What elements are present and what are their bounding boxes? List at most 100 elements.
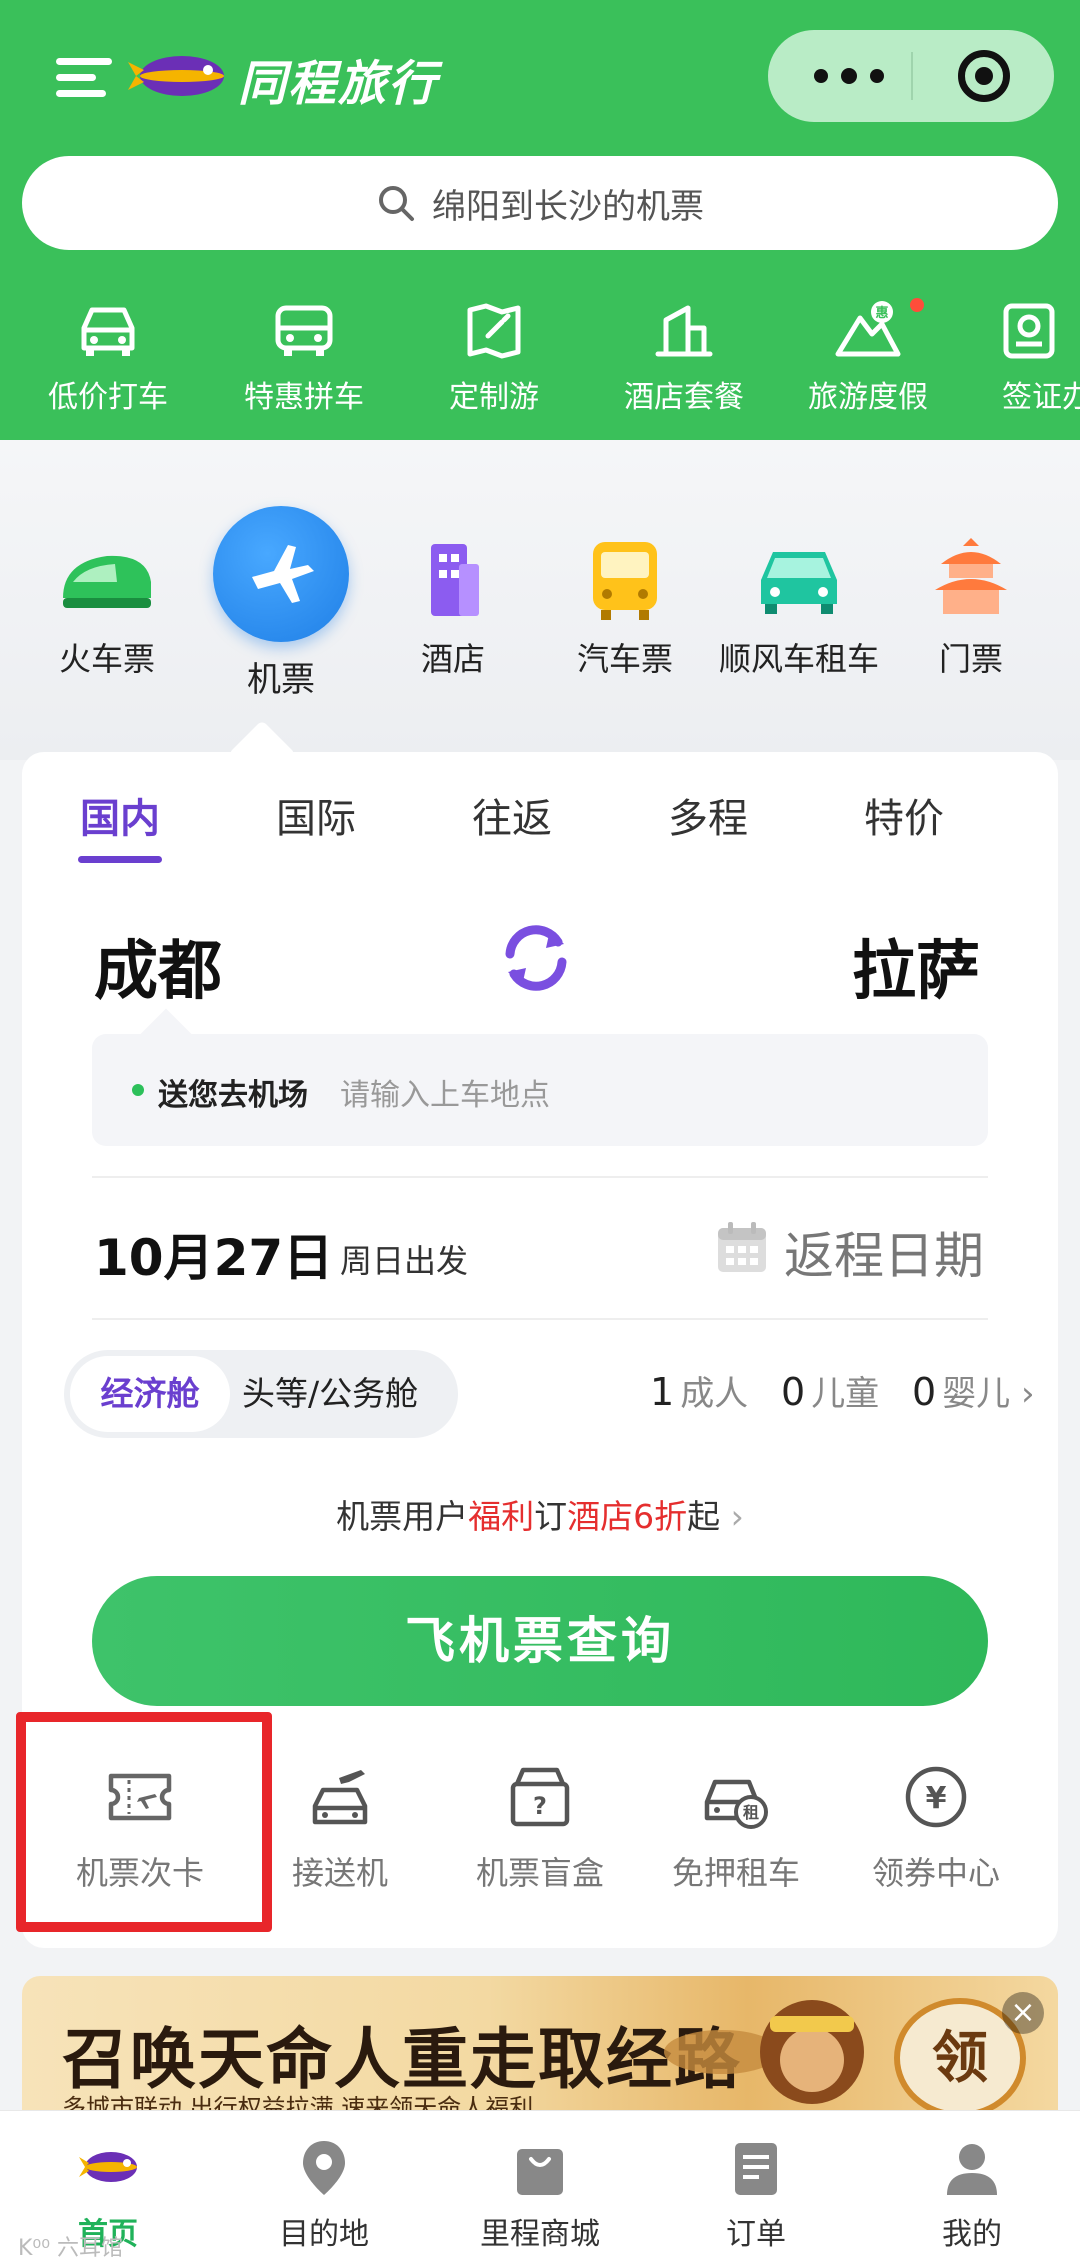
return-date-field[interactable]: 返程日期	[784, 1216, 984, 1288]
sub-service-mystery-box[interactable]: ? 机票盲盒	[440, 1762, 640, 1894]
tab-domestic[interactable]: 国内	[22, 786, 218, 844]
pickup-placeholder: 请输入上车地点	[340, 1078, 550, 1113]
quick-item-label: 定制游	[449, 380, 539, 415]
nav-profile[interactable]: 我的	[872, 2137, 1072, 2253]
swap-cities-icon[interactable]	[496, 918, 576, 998]
sub-service-label: 免押租车	[671, 1854, 800, 1892]
category-label: 汽车票	[576, 640, 673, 678]
nav-orders[interactable]: 订单	[656, 2137, 856, 2253]
more-icon[interactable]	[814, 62, 884, 90]
category-label: 门票	[938, 640, 1003, 678]
category-label: 机票	[247, 660, 315, 700]
category-tickets[interactable]: 门票	[884, 534, 1058, 680]
tab-round-trip[interactable]: 往返	[414, 786, 610, 844]
promo-highlight: 酒店6折	[567, 1497, 688, 1536]
category-train[interactable]: 火车票	[20, 532, 194, 680]
arrival-city[interactable]: 拉萨	[852, 920, 980, 1012]
sub-service-coupon-center[interactable]: ¥ 领券中心	[836, 1762, 1036, 1894]
deposit-free-rental-icon: 租	[704, 1779, 768, 1829]
airport-transfer-icon	[312, 1770, 368, 1825]
order-icon	[735, 2143, 777, 2195]
temple-icon	[935, 538, 1007, 614]
nav-label: 我的	[942, 2217, 1002, 2252]
capsule-divider	[911, 52, 913, 100]
adult-count: 1	[650, 1370, 675, 1414]
tab-special-offer[interactable]: 特价	[806, 786, 1002, 844]
pickup-dot	[132, 1084, 144, 1096]
map-icon	[467, 303, 521, 359]
search-placeholder: 绵阳到长沙的机票	[432, 186, 704, 227]
quick-item-hotel-package[interactable]: 酒店套餐	[594, 298, 774, 416]
close-icon[interactable]: ×	[1002, 1992, 1044, 2034]
departure-date[interactable]: 10月27日	[94, 1218, 333, 1290]
active-tab-indicator	[78, 856, 162, 863]
svg-text:租: 租	[743, 1803, 759, 1822]
cabin-class-toggle: 经济舱 头等/公务舱	[64, 1350, 458, 1438]
category-label: 酒店	[420, 640, 485, 678]
trip-type-tabs: 国内 国际 往返 多程 特价	[22, 786, 1058, 866]
nav-destination[interactable]: 目的地	[224, 2137, 424, 2253]
hotel-promo-link[interactable]: 机票用户福利订酒店6折起 ›	[0, 1490, 1080, 1538]
search-bar[interactable]: 绵阳到长沙的机票	[22, 156, 1058, 250]
sub-service-label: 机票盲盒	[475, 1854, 604, 1892]
category-flight[interactable]: 机票	[194, 506, 368, 701]
quick-item-carpool[interactable]: 特惠拼车	[214, 298, 394, 416]
close-miniprogram-icon[interactable]	[958, 50, 1010, 102]
promo-text: 订	[534, 1497, 568, 1536]
home-blimp-icon	[79, 2152, 137, 2182]
building-icon	[431, 544, 479, 616]
category-coach[interactable]: 汽车票	[538, 534, 712, 680]
nav-label: 里程商城	[480, 2217, 600, 2252]
logo-blimp-icon	[128, 56, 224, 96]
passenger-selector[interactable]: 1 成人 0 儿童 0 婴儿 ›	[650, 1366, 1035, 1415]
nav-mileage-mall[interactable]: 里程商城	[440, 2137, 640, 2253]
departure-city[interactable]: 成都	[94, 920, 222, 1012]
visa-icon	[1003, 303, 1055, 359]
quick-item-low-price-taxi[interactable]: 低价打车	[18, 298, 198, 416]
mini-program-capsule[interactable]	[768, 30, 1054, 122]
train-icon	[63, 555, 151, 608]
app-title: 同程旅行	[238, 56, 439, 112]
mountain-icon: 惠	[835, 301, 901, 357]
tab-international[interactable]: 国际	[218, 786, 414, 844]
svg-text:¥: ¥	[926, 1781, 947, 1816]
infant-label: 婴儿	[942, 1374, 1011, 1414]
quick-item-label: 低价打车	[48, 380, 168, 415]
sub-service-label: 领券中心	[871, 1854, 1000, 1892]
location-pin-icon	[303, 2141, 345, 2195]
tab-multi-city[interactable]: 多程	[610, 786, 806, 844]
bus-icon	[275, 305, 333, 356]
car-icon	[81, 307, 135, 356]
infant-count: 0	[912, 1370, 937, 1414]
category-hotel[interactable]: 酒店	[366, 534, 540, 680]
calendar-icon	[718, 1222, 766, 1272]
quick-item-label: 旅游度假	[808, 380, 928, 415]
watermark: K⁰⁰ 六耳馆	[18, 2236, 124, 2261]
chevron-right-icon: ›	[730, 1497, 744, 1536]
quick-services-row: 低价打车 特惠拼车 定制游 酒店套餐 惠 旅游度假 签证办	[0, 298, 1080, 438]
nav-label: 目的地	[279, 2217, 369, 2252]
divider	[92, 1176, 988, 1178]
cabin-business[interactable]: 头等/公务舱	[242, 1350, 418, 1438]
badge-text: 惠	[875, 305, 888, 321]
menu-icon[interactable]	[56, 56, 112, 100]
quick-item-custom-tour[interactable]: 定制游	[404, 298, 584, 416]
category-label: 顺风车租车	[718, 640, 879, 678]
notification-dot	[910, 298, 924, 312]
mystery-box-icon: ?	[510, 1767, 570, 1827]
promo-banner[interactable]: 召唤天命人重走取经路 多城市联动 出行权益拉满 速来领天命人福利 领 ×	[22, 1976, 1058, 2116]
promo-text: 起	[687, 1497, 721, 1536]
adult-label: 成人	[680, 1374, 749, 1414]
coach-icon	[593, 542, 657, 620]
search-icon	[379, 186, 414, 221]
quick-item-visa[interactable]: 签证办	[970, 298, 1080, 416]
sub-service-deposit-free-rental[interactable]: 租 免押租车	[636, 1762, 836, 1894]
search-flights-button[interactable]: 飞机票查询	[92, 1576, 988, 1706]
shopping-bag-icon	[517, 2149, 563, 2195]
quick-item-vacation[interactable]: 惠 旅游度假	[778, 298, 958, 416]
cabin-economy[interactable]: 经济舱	[70, 1356, 230, 1432]
promo-text: 机票用户	[336, 1497, 469, 1536]
nav-label: 订单	[726, 2217, 786, 2252]
category-rideshare-rental[interactable]: 顺风车租车	[712, 534, 886, 680]
airport-pickup-field[interactable]: 送您去机场 请输入上车地点	[92, 1034, 988, 1146]
